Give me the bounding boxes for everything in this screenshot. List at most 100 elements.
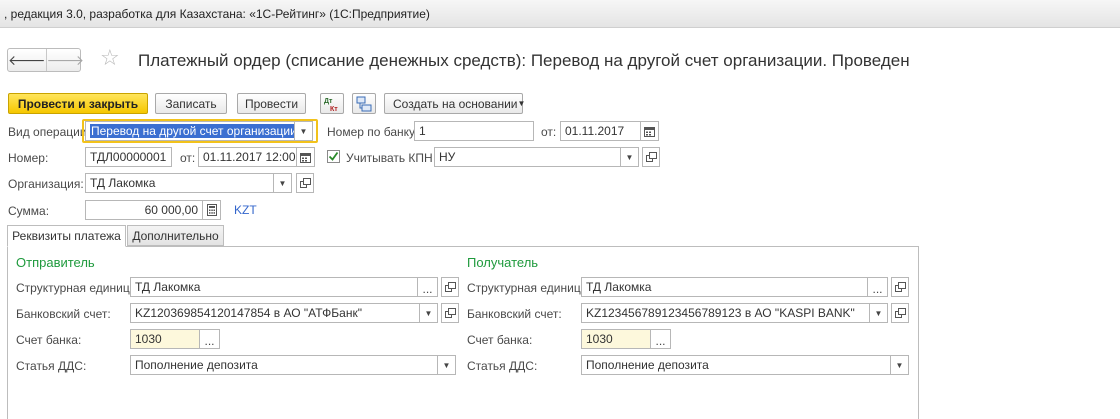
currency-link[interactable]: KZT <box>234 203 257 217</box>
sender-account-field[interactable]: KZ120369854120147854 в АО "АТФБанк" <box>130 303 420 323</box>
save-button[interactable]: Записать <box>155 93 227 114</box>
chevron-down-icon: ▼ <box>625 152 634 162</box>
sender-section-title: Отправитель <box>16 255 95 270</box>
sender-dds-label: Статья ДДС: <box>16 359 87 373</box>
chevron-down-icon: ▼ <box>874 308 883 318</box>
kpn-field[interactable]: НУ <box>434 147 621 167</box>
number-date-field[interactable]: 01.11.2017 12:00:0 <box>198 147 297 167</box>
kpn-open-button[interactable] <box>642 147 660 167</box>
sender-unit-open-button[interactable] <box>441 277 459 297</box>
checkmark-icon <box>328 151 339 161</box>
tab-payment-details[interactable]: Реквизиты платежа <box>7 225 126 247</box>
tab-additional[interactable]: Дополнительно <box>127 225 224 246</box>
post-and-close-button[interactable]: Провести и закрыть <box>8 93 148 114</box>
dt-kt-button[interactable]: Дт Кт <box>320 93 344 114</box>
chevron-down-icon: ▼ <box>424 308 433 318</box>
org-dropdown[interactable]: ▼ <box>274 173 292 193</box>
favorite-star-icon[interactable]: ☆ <box>100 46 120 70</box>
chevron-down-icon: ▼ <box>299 126 308 136</box>
receiver-bank-account-field[interactable]: 1030 <box>581 329 651 349</box>
operation-value: Перевод на другой счет организации <box>90 124 294 138</box>
ellipsis-icon: ... <box>655 334 666 348</box>
number-date-from-label: от: <box>180 151 196 165</box>
sender-account-open-button[interactable] <box>441 303 459 323</box>
receiver-bank-account-label: Счет банка: <box>467 333 533 347</box>
receiver-unit-open-button[interactable] <box>891 277 909 297</box>
org-label: Организация: <box>8 177 84 191</box>
ellipsis-icon: ... <box>422 282 433 296</box>
receiver-bank-account-select-button[interactable]: ... <box>651 329 671 349</box>
sender-bank-account-field[interactable]: 1030 <box>130 329 200 349</box>
bank-date-field[interactable]: 01.11.2017 <box>560 121 641 141</box>
document-structure-icon <box>356 96 372 111</box>
open-window-icon <box>444 308 456 318</box>
receiver-account-field[interactable]: KZ123456789123456789123 в АО "KASPI BANK… <box>581 303 870 323</box>
bank-date-calendar-button[interactable] <box>641 121 659 141</box>
sender-account-label: Банковский счет: <box>16 307 111 321</box>
bank-number-label: Номер по банку: <box>327 125 419 139</box>
kpn-checkbox[interactable] <box>327 150 340 163</box>
receiver-unit-select-button[interactable]: ... <box>868 277 888 297</box>
open-window-icon <box>444 282 456 292</box>
number-label: Номер: <box>8 151 49 165</box>
ellipsis-icon: ... <box>204 334 215 348</box>
create-based-on-button[interactable]: Создать на основании ▼ <box>384 93 526 114</box>
calculator-button[interactable] <box>203 200 221 220</box>
calculator-icon <box>206 204 217 216</box>
open-window-icon <box>299 178 311 188</box>
sender-unit-select-button[interactable]: ... <box>418 277 438 297</box>
receiver-section-title: Получатель <box>467 255 539 270</box>
back-button[interactable]: 🡐 <box>8 49 46 71</box>
receiver-unit-field[interactable]: ТД Лакомка <box>581 277 868 297</box>
chevron-down-icon: ▼ <box>895 360 904 370</box>
kpn-dropdown[interactable]: ▼ <box>621 147 639 167</box>
forward-button[interactable]: 🡒 <box>45 49 85 71</box>
structure-button[interactable] <box>352 93 376 114</box>
bank-number-field[interactable]: 1 <box>414 121 534 141</box>
number-field[interactable]: ТДЛ00000001 <box>85 147 172 167</box>
sender-bank-account-label: Счет банка: <box>16 333 82 347</box>
back-arrow-icon: 🡐 <box>8 51 46 68</box>
sender-bank-account-select-button[interactable]: ... <box>200 329 220 349</box>
calendar-icon <box>300 152 311 163</box>
sender-unit-field[interactable]: ТД Лакомка <box>130 277 418 297</box>
sum-field[interactable]: 60 000,00 <box>85 200 203 220</box>
window-title: , редакция 3.0, разработка для Казахстан… <box>4 7 430 21</box>
number-date-calendar-button[interactable] <box>297 147 315 167</box>
create-based-on-label: Создать на основании <box>393 96 518 111</box>
open-window-icon <box>894 282 906 292</box>
operation-dropdown[interactable]: ▼ <box>295 121 313 141</box>
open-window-icon <box>645 152 657 162</box>
kpn-label: Учитывать КПН <box>346 151 433 165</box>
receiver-dds-field[interactable]: Пополнение депозита <box>581 355 891 375</box>
window-titlebar: , редакция 3.0, разработка для Казахстан… <box>0 0 1120 28</box>
nav-group: 🡐 🡒 <box>7 48 84 72</box>
bank-date-from-label: от: <box>541 125 557 139</box>
operation-field[interactable]: Перевод на другой счет организации <box>85 121 295 141</box>
dt-label: Дт <box>324 98 333 105</box>
kt-label: Кт <box>330 106 338 112</box>
receiver-dds-label: Статья ДДС: <box>467 359 538 373</box>
page-title: Платежный ордер (списание денежных средс… <box>138 51 910 70</box>
receiver-unit-label: Структурная единица: <box>467 281 591 295</box>
sender-unit-label: Структурная единица: <box>16 281 140 295</box>
open-window-icon <box>894 308 906 318</box>
sender-dds-field[interactable]: Пополнение депозита <box>130 355 438 375</box>
receiver-account-open-button[interactable] <box>891 303 909 323</box>
calendar-icon <box>644 126 655 137</box>
receiver-account-dropdown[interactable]: ▼ <box>870 303 888 323</box>
chevron-down-icon: ▼ <box>517 99 526 108</box>
dt-kt-icon: Дт Кт <box>324 98 338 112</box>
operation-label: Вид операции: <box>8 125 90 139</box>
forward-arrow-icon: 🡒 <box>46 51 85 68</box>
receiver-dds-dropdown[interactable]: ▼ <box>891 355 909 375</box>
sender-dds-dropdown[interactable]: ▼ <box>438 355 456 375</box>
org-open-button[interactable] <box>296 173 314 193</box>
post-button[interactable]: Провести <box>237 93 306 114</box>
ellipsis-icon: ... <box>872 282 883 296</box>
receiver-account-label: Банковский счет: <box>467 307 562 321</box>
chevron-down-icon: ▼ <box>278 178 287 188</box>
chevron-down-icon: ▼ <box>442 360 451 370</box>
sender-account-dropdown[interactable]: ▼ <box>420 303 438 323</box>
org-field[interactable]: ТД Лакомка <box>85 173 274 193</box>
